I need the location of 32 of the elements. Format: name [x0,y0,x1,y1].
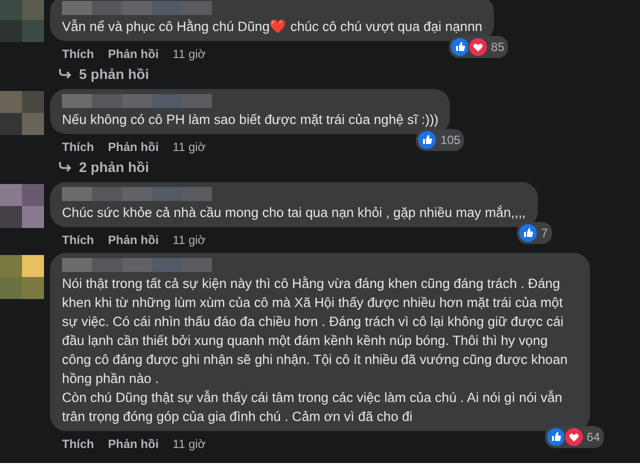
reaction-badge[interactable]: 64 [544,426,604,448]
comment-action-link[interactable]: Phản hồi [108,140,159,154]
reaction-badge[interactable]: 85 [449,36,508,58]
comment-text: Nói thật trong tất cả sự kiện này thì cô Hằng vừa đáng khen cũng đáng trách . Đáng khen khi từ những lùm xùm của cô mà Xã Hội thấy được nhiều hơn mặt trái của một sự việc. Có cái nhìn thấu đáo đa chiều hơn . Đáng trách vì cô lại không giữ được cái đầu lạnh cần thiết bởi xung quanh một đám kềnh kềnh núp bóng. Thôi thì hy vọng công cô đáng được ghi nhận sẽ ghi nhận. Tội cô ít nhiều đã vướng cũng được khoan hồng phần nào . Còn chú Dũng thật sự vẫn thấy cái tâm trong các việc làm của chú . Ai nói gì nói vẫn trân trọng đóng góp của gia đình chú . Cảm ơn vì đã cho đi [62,275,569,426]
comment-text: Chúc sức khỏe cả nhà cầu mong cho tai qua nạn khỏi , gặp nhiều may mắn,,,, [62,204,526,222]
comment-action-link[interactable]: Thích [62,437,94,451]
reaction-badge[interactable]: 105 [416,129,464,151]
comment-action-link[interactable]: Thích [62,233,94,247]
reaction-count: 64 [586,430,600,444]
comment-action-link[interactable]: Phản hồi [108,47,159,61]
comment-text: Vẫn nể và phục cô Hằng chú Dũng❤ chúc cô chú vượt qua đại nạnnn [62,18,482,36]
reply-arrow-icon [58,161,72,173]
view-replies-link[interactable]: 5 phản hồi [50,63,157,85]
avatar[interactable] [0,255,44,299]
avatar[interactable] [0,184,44,228]
comment-action-link[interactable]: Phản hồi [108,233,159,247]
comment-time[interactable]: 11 giờ [172,47,206,61]
reply-arrow-icon [58,68,72,80]
comment-time[interactable]: 11 giờ [172,437,206,451]
avatar[interactable] [0,0,44,42]
comment-action-link[interactable]: Phản hồi [108,437,159,451]
avatar[interactable] [0,91,44,135]
view-replies-link[interactable]: 2 phản hồi [50,156,157,178]
comment-action-link[interactable]: Thích [62,140,94,154]
reaction-count: 105 [440,133,460,147]
reaction-count: 85 [491,40,504,54]
comment-action-link[interactable]: Thích [62,47,94,61]
reaction-badge[interactable]: 7 [517,222,552,244]
comment-time[interactable]: 11 giờ [172,140,206,154]
reaction-count: 7 [541,226,548,240]
comment-time[interactable]: 11 giờ [172,233,206,247]
comment-text: Nếu không có cô PH làm sao biết được mặt trái của nghệ sĩ :))) [62,111,438,129]
